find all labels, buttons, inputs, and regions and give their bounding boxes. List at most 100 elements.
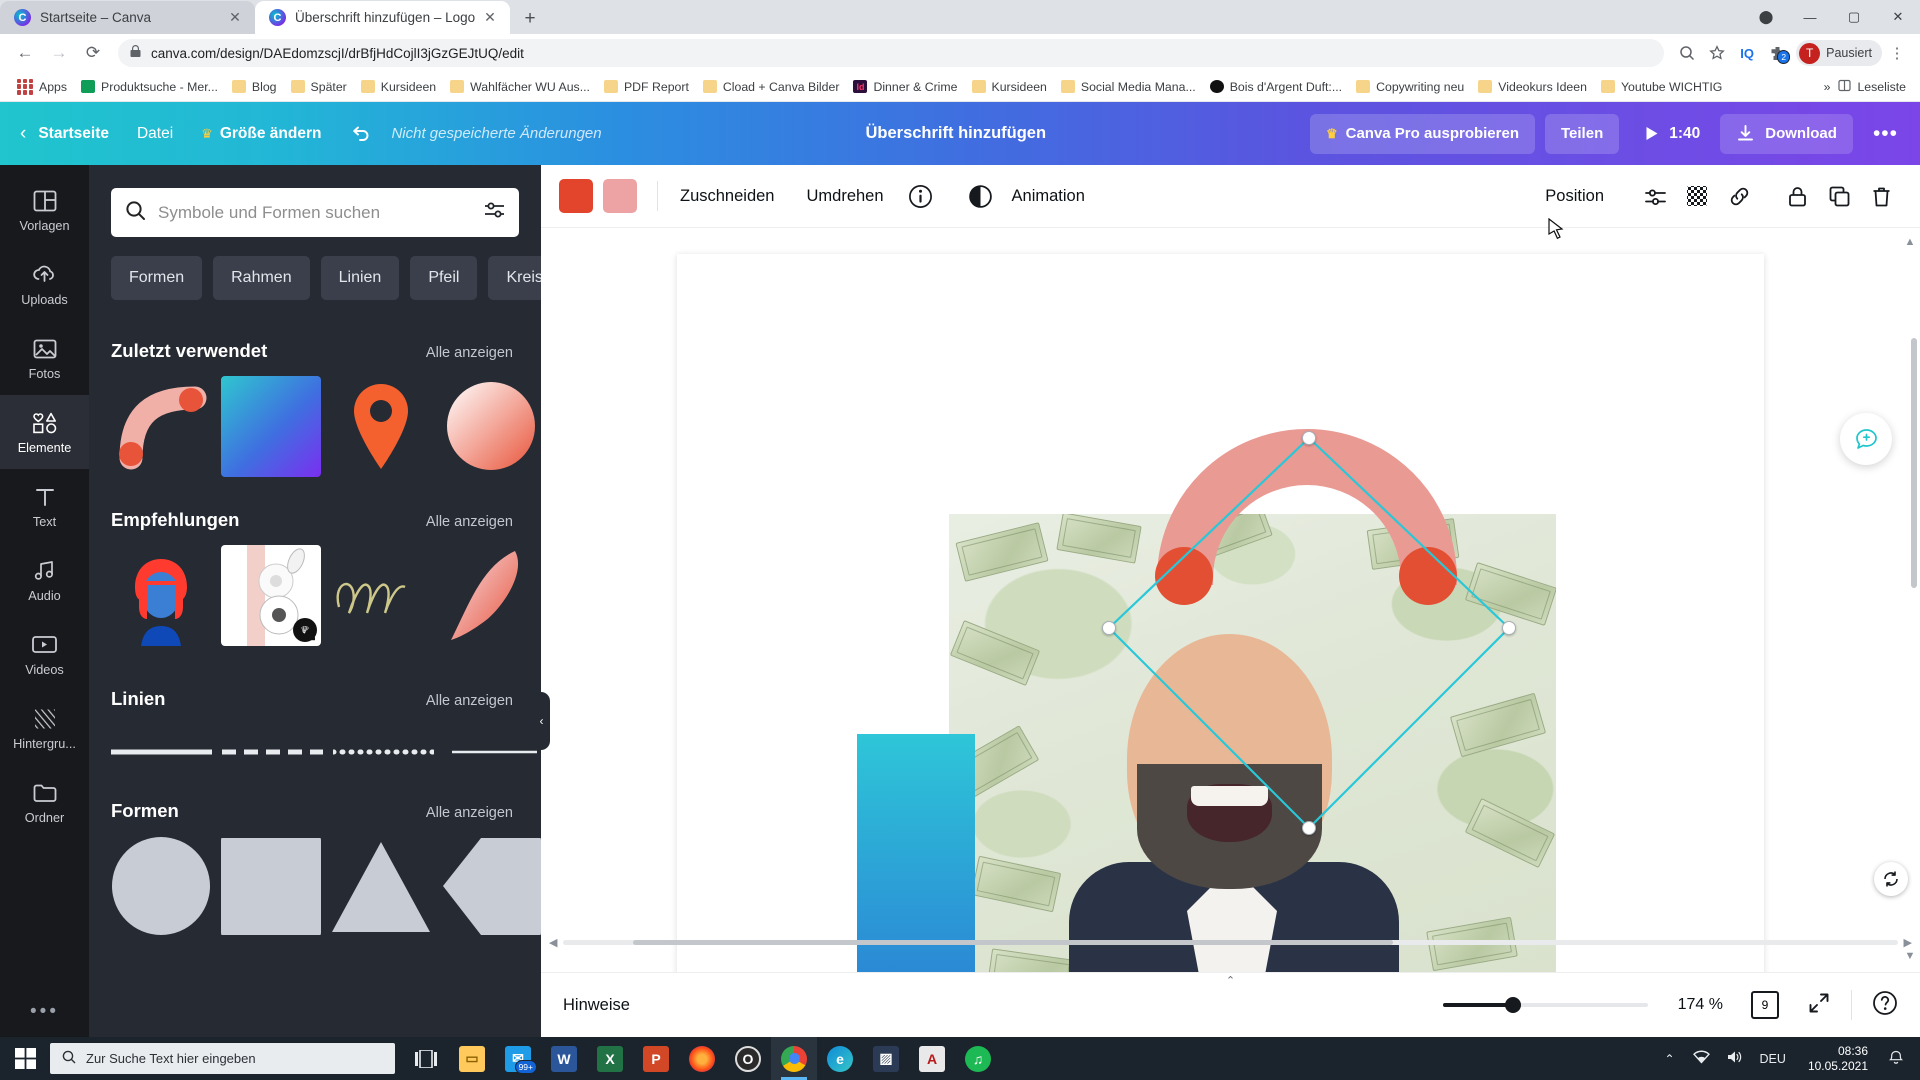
taskbar-app-excel[interactable]: X bbox=[587, 1037, 633, 1080]
page-manager-button[interactable]: 9 bbox=[1751, 988, 1785, 1019]
see-all-link[interactable]: Alle anzeigen bbox=[426, 345, 513, 361]
sidebar-item-uploads[interactable]: Uploads bbox=[0, 247, 89, 321]
help-icon[interactable] bbox=[1872, 990, 1898, 1021]
extension-indicator-icon[interactable]: ⬤ bbox=[1744, 0, 1788, 34]
thumbnail-portrait-illustration[interactable] bbox=[111, 545, 211, 646]
back-icon[interactable]: ← bbox=[8, 36, 42, 70]
search-input[interactable] bbox=[158, 202, 472, 223]
effects-icon[interactable] bbox=[1634, 175, 1676, 217]
taskbar-app-word[interactable]: W bbox=[541, 1037, 587, 1080]
flip-button[interactable]: Umdrehen bbox=[790, 187, 899, 206]
scroll-left-icon[interactable]: ◀ bbox=[549, 936, 557, 949]
search-box[interactable] bbox=[111, 188, 519, 237]
scroll-right-icon[interactable]: ▶ bbox=[1904, 936, 1912, 949]
sidebar-item-fotos[interactable]: Fotos bbox=[0, 321, 89, 395]
shape-chevron[interactable] bbox=[441, 836, 541, 937]
zoom-slider[interactable] bbox=[1442, 997, 1648, 1013]
maximize-button[interactable]: ▢ bbox=[1832, 0, 1876, 34]
tab-close-icon[interactable]: ✕ bbox=[480, 9, 500, 26]
canvas-vertical-scrollbar[interactable] bbox=[1911, 338, 1917, 588]
notes-collapse-button[interactable]: ⌃ bbox=[1211, 972, 1251, 988]
rotate-handle-button[interactable] bbox=[1874, 862, 1908, 896]
new-tab-button[interactable]: + bbox=[514, 4, 546, 34]
bookmark-item[interactable]: Später bbox=[284, 75, 354, 99]
bookmark-star-icon[interactable] bbox=[1702, 38, 1732, 68]
see-all-link[interactable]: Alle anzeigen bbox=[426, 514, 513, 530]
bookmark-item[interactable]: Youtube WICHTIG bbox=[1594, 75, 1729, 99]
taskbar-app-mail[interactable]: ✉ 99+ bbox=[495, 1037, 541, 1080]
taskbar-clock[interactable]: 08:36 10.05.2021 bbox=[1798, 1044, 1878, 1074]
forward-icon[interactable]: → bbox=[42, 36, 76, 70]
reload-icon[interactable]: ⟳ bbox=[76, 36, 110, 70]
taskbar-app-acrobat[interactable]: A bbox=[909, 1037, 955, 1080]
sidebar-item-text[interactable]: Text bbox=[0, 469, 89, 543]
expand-icon[interactable] bbox=[1807, 991, 1831, 1020]
scroll-up-icon[interactable]: ▲ bbox=[1900, 236, 1920, 248]
sidebar-more-button[interactable]: ••• bbox=[30, 1001, 59, 1023]
thumbnail-arc[interactable] bbox=[111, 376, 211, 477]
notification-icon[interactable] bbox=[1882, 1050, 1910, 1068]
zoom-slider-knob[interactable] bbox=[1504, 997, 1521, 1013]
chip-linien[interactable]: Linien bbox=[320, 256, 400, 300]
line-dotted[interactable] bbox=[330, 744, 437, 762]
canvas-horizontal-scrollbar[interactable]: ◀ ▶ bbox=[541, 934, 1920, 950]
taskbar-app-file-explorer[interactable]: ▭ bbox=[449, 1037, 495, 1080]
bookmark-item[interactable]: Wahlfächer WU Aus... bbox=[443, 75, 597, 99]
bookmark-item[interactable]: Bois d'Argent Duft:... bbox=[1203, 75, 1349, 99]
line-thin[interactable] bbox=[444, 744, 541, 762]
tab-close-icon[interactable]: ✕ bbox=[225, 9, 245, 26]
start-button[interactable] bbox=[0, 1037, 50, 1080]
bookmark-item[interactable]: Produktsuche - Mer... bbox=[74, 75, 225, 99]
file-menu-button[interactable]: Datei bbox=[123, 114, 187, 154]
see-all-link[interactable]: Alle anzeigen bbox=[426, 805, 513, 821]
bookmark-item[interactable]: Id Dinner & Crime bbox=[846, 75, 964, 99]
sidebar-item-hintergrund[interactable]: Hintergru... bbox=[0, 691, 89, 765]
volume-icon[interactable] bbox=[1720, 1050, 1748, 1067]
line-solid[interactable] bbox=[111, 744, 212, 762]
taskbar-app-firefox[interactable] bbox=[679, 1037, 725, 1080]
line-dashed[interactable] bbox=[222, 744, 323, 762]
taskbar-app-powerpoint[interactable]: P bbox=[633, 1037, 679, 1080]
thumbnail-gradient-circle[interactable] bbox=[441, 376, 541, 477]
chip-rahmen[interactable]: Rahmen bbox=[213, 256, 310, 300]
address-bar[interactable]: canva.com/design/DAEdomzscjI/drBfjHdCojl… bbox=[118, 39, 1665, 67]
taskbar-search-box[interactable]: Zur Suche Text hier eingeben bbox=[50, 1043, 395, 1074]
more-options-button[interactable]: ••• bbox=[1859, 114, 1920, 154]
taskbar-app-spotify[interactable]: ♫ bbox=[955, 1037, 1001, 1080]
thumbnail-flowers[interactable]: ♛ bbox=[221, 545, 321, 646]
iq-extension-icon[interactable]: IQ bbox=[1732, 38, 1762, 68]
delete-icon[interactable] bbox=[1860, 175, 1902, 217]
bookmark-item[interactable]: Cload + Canva Bilder bbox=[696, 75, 847, 99]
sidebar-item-elemente[interactable]: Elemente bbox=[0, 395, 89, 469]
bookmark-apps[interactable]: Apps bbox=[6, 75, 74, 99]
task-view-icon[interactable] bbox=[403, 1037, 449, 1080]
document-title[interactable]: Überschrift hinzufügen bbox=[865, 124, 1046, 143]
animation-button[interactable]: Animation bbox=[1002, 187, 1101, 206]
design-artboard[interactable] bbox=[677, 254, 1764, 972]
info-icon[interactable] bbox=[900, 175, 942, 217]
sidebar-item-vorlagen[interactable]: Vorlagen bbox=[0, 173, 89, 247]
panel-collapse-button[interactable]: ‹ bbox=[533, 692, 550, 750]
bookmark-item[interactable]: Kursideen bbox=[354, 75, 443, 99]
bookmark-item[interactable]: Videokurs Ideen bbox=[1471, 75, 1594, 99]
chip-formen[interactable]: Formen bbox=[111, 256, 203, 300]
thumbnail-gradient-square[interactable] bbox=[221, 376, 321, 477]
link-icon[interactable] bbox=[1718, 175, 1760, 217]
reading-list-button[interactable]: Leseliste bbox=[1830, 79, 1914, 95]
taskbar-app-opera[interactable]: O bbox=[725, 1037, 771, 1080]
tray-chevron-icon[interactable]: ⌃ bbox=[1656, 1052, 1682, 1066]
scroll-track[interactable] bbox=[563, 939, 1898, 945]
see-all-link[interactable]: Alle anzeigen bbox=[426, 693, 513, 709]
close-button[interactable]: ✕ bbox=[1876, 0, 1920, 34]
search-magnify-icon[interactable] bbox=[1672, 38, 1702, 68]
arc-shape-element[interactable] bbox=[1155, 429, 1457, 605]
home-button[interactable]: ‹ Startseite bbox=[0, 114, 123, 154]
extension-puzzle-icon[interactable]: 2 bbox=[1762, 38, 1792, 68]
transparency-icon[interactable] bbox=[1676, 175, 1718, 217]
duplicate-icon[interactable] bbox=[1818, 175, 1860, 217]
profile-chip[interactable]: T Pausiert bbox=[1796, 40, 1882, 66]
sidebar-item-videos[interactable]: Videos bbox=[0, 617, 89, 691]
bookmark-item[interactable]: Kursideen bbox=[965, 75, 1054, 99]
chip-kreis[interactable]: Kreis bbox=[488, 256, 541, 300]
animation-icon[interactable] bbox=[960, 175, 1002, 217]
